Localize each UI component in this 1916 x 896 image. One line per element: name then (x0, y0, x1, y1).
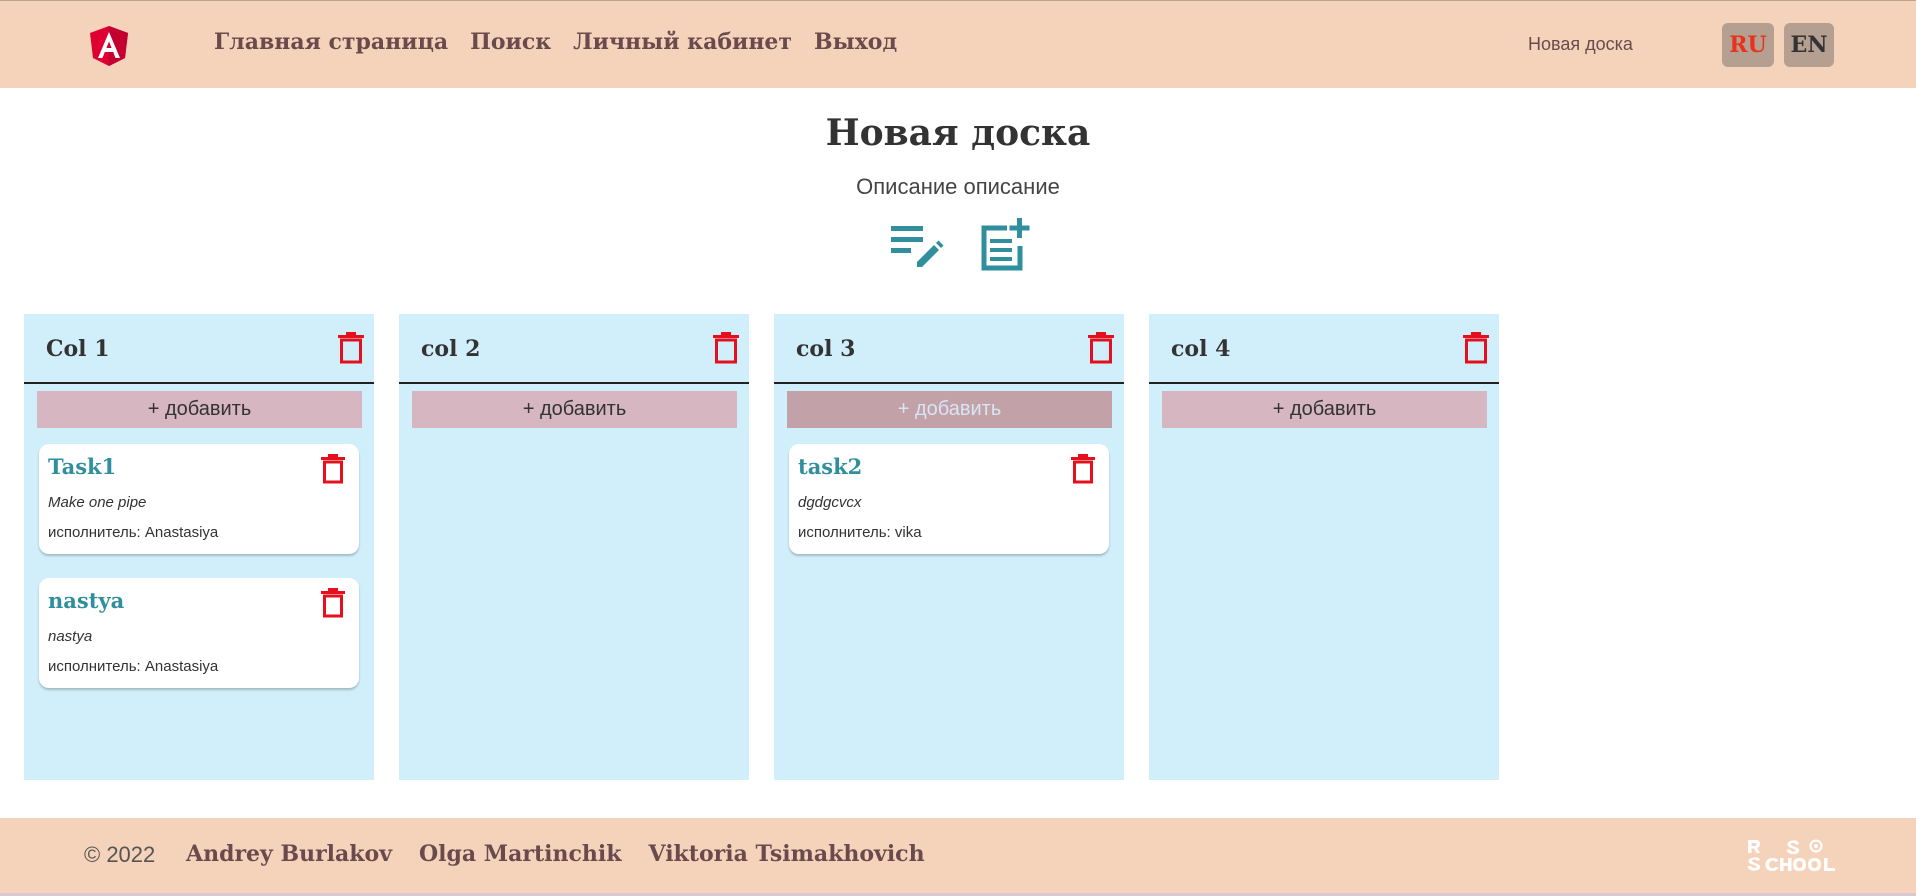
nav-home-link[interactable]: Главная страница (214, 29, 448, 55)
column-header: col 4 (1149, 314, 1499, 384)
task-title: task2 (798, 454, 863, 479)
column-title[interactable]: Col 1 (46, 336, 110, 362)
trash-icon[interactable] (713, 332, 739, 364)
nav-logout-link[interactable]: Выход (814, 29, 897, 55)
task-card[interactable]: nastya nastya исполнитель: Anastasiya (39, 578, 359, 688)
add-task-button[interactable]: + добавить (412, 391, 737, 428)
board-column: col 3 + добавить task2 dgdgcvcx исполнит… (774, 314, 1124, 780)
task-assignee: исполнитель: vika (798, 524, 922, 541)
task-description: dgdgcvcx (798, 494, 862, 511)
post-add-icon[interactable] (974, 216, 1032, 274)
board-column: Col 1 + добавить Task1 Make one pipe исп… (24, 314, 374, 780)
trash-icon[interactable] (321, 588, 345, 618)
column-title[interactable]: col 4 (1171, 336, 1230, 362)
rs-school-logo[interactable] (1746, 838, 1838, 874)
trash-icon[interactable] (1071, 454, 1095, 484)
task-assignee: исполнитель: Anastasiya (48, 658, 219, 675)
trash-icon[interactable] (1088, 332, 1114, 364)
footer: © 2022 Andrey Burlakov Olga Martinchik V… (0, 818, 1916, 893)
trash-icon[interactable] (1463, 332, 1489, 364)
task-card[interactable]: task2 dgdgcvcx исполнитель: vika (789, 444, 1109, 554)
task-description: nastya (48, 628, 93, 645)
author-link[interactable]: Andrey Burlakov (186, 841, 392, 867)
column-header: Col 1 (24, 314, 374, 384)
angular-logo-icon[interactable] (88, 25, 130, 67)
trash-icon[interactable] (321, 454, 345, 484)
new-board-link[interactable]: Новая доска (1528, 34, 1633, 55)
task-title: Task1 (48, 454, 117, 479)
authors-list: Andrey Burlakov Olga Martinchik Viktoria… (186, 841, 925, 867)
author-link[interactable]: Olga Martinchik (419, 841, 622, 867)
column-title[interactable]: col 3 (796, 336, 855, 362)
add-task-button[interactable]: + добавить (1162, 391, 1487, 428)
task-title: nastya (48, 588, 125, 613)
task-assignee: исполнитель: Anastasiya (48, 524, 219, 541)
board-column: col 2 + добавить (399, 314, 749, 780)
board-description: Описание описание (856, 174, 1060, 199)
board-column: col 4 + добавить (1149, 314, 1499, 780)
add-task-button[interactable]: + добавить (37, 391, 362, 428)
column-header: col 3 (774, 314, 1124, 384)
task-description: Make one pipe (48, 494, 147, 511)
column-title[interactable]: col 2 (421, 336, 480, 362)
nav-profile-link[interactable]: Личный кабинет (573, 29, 792, 55)
main-nav: Главная страница Поиск Личный кабинет Вы… (214, 29, 897, 55)
trash-icon[interactable] (338, 332, 364, 364)
author-link[interactable]: Viktoria Tsimakhovich (649, 841, 925, 867)
header: Главная страница Поиск Личный кабинет Вы… (0, 0, 1916, 88)
lang-ru-button[interactable]: RU (1722, 23, 1774, 67)
lang-en-button[interactable]: EN (1784, 23, 1834, 67)
add-task-button[interactable]: + добавить (787, 391, 1112, 428)
board-title: Новая доска (825, 112, 1091, 154)
task-card[interactable]: Task1 Make one pipe исполнитель: Anastas… (39, 444, 359, 554)
edit-notes-icon[interactable] (887, 216, 945, 274)
column-header: col 2 (399, 314, 749, 384)
copyright-text: © 2022 (84, 842, 156, 867)
nav-search-link[interactable]: Поиск (470, 29, 551, 55)
